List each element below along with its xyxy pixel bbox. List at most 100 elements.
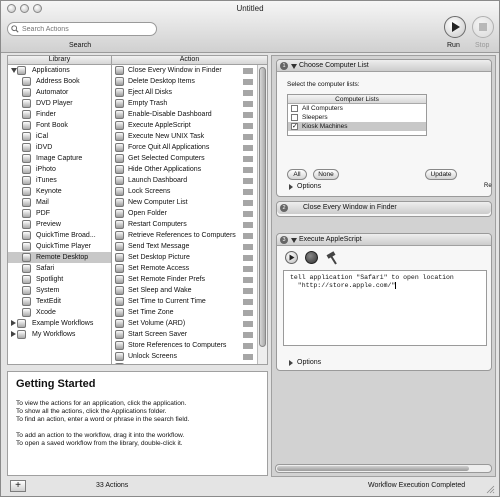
action-item[interactable]: Launch Dashboard: [112, 175, 267, 186]
library-item[interactable]: Spotlight: [8, 274, 111, 285]
scrollbar-thumb[interactable]: [277, 466, 469, 471]
run-script-button[interactable]: [285, 251, 298, 264]
action-item[interactable]: Execute AppleScript: [112, 120, 267, 131]
application-icon: [22, 275, 31, 284]
action-item[interactable]: Set Remote Access: [112, 263, 267, 274]
options-disclosure-icon[interactable]: [289, 184, 293, 190]
action-item[interactable]: Set Time to Current Time: [112, 296, 267, 307]
action-icon: [115, 253, 124, 262]
run-button[interactable]: [444, 16, 466, 38]
disclosure-triangle-icon[interactable]: [291, 238, 297, 243]
library-item[interactable]: PDF: [8, 208, 111, 219]
action-item[interactable]: Set Volume (ARD): [112, 318, 267, 329]
checkbox[interactable]: [291, 105, 298, 112]
workflow-step-choose-computer-list[interactable]: 1 Choose Computer List Select the comput…: [276, 59, 492, 197]
library-item[interactable]: iCal: [8, 131, 111, 142]
action-item[interactable]: Empty Trash: [112, 98, 267, 109]
search-input[interactable]: [7, 22, 157, 36]
checked-checkbox[interactable]: ✓: [291, 123, 298, 130]
computer-list-row[interactable]: All Computers: [288, 104, 426, 113]
action-item[interactable]: Delete Desktop Items: [112, 76, 267, 87]
library-item[interactable]: Applications: [8, 65, 111, 76]
library-item[interactable]: iPhoto: [8, 164, 111, 175]
library-item-label: Keynote: [36, 188, 62, 195]
library-item[interactable]: Example Workflows: [8, 318, 111, 329]
library-item[interactable]: My Workflows: [8, 329, 111, 340]
stop-button[interactable]: [472, 16, 494, 38]
workflow-step-execute-applescript[interactable]: 3 Execute AppleScript tell application "…: [276, 233, 492, 371]
stop-script-button[interactable]: [305, 251, 318, 264]
library-item[interactable]: Mail: [8, 197, 111, 208]
applescript-editor[interactable]: tell application "Safari" to open locati…: [283, 270, 487, 346]
options-label[interactable]: Options: [297, 359, 321, 366]
action-item[interactable]: Hide Other Applications: [112, 164, 267, 175]
library-item[interactable]: System: [8, 285, 111, 296]
library-item[interactable]: Xcode: [8, 307, 111, 318]
action-list-scrollbar[interactable]: [257, 65, 267, 364]
add-button[interactable]: +: [10, 480, 26, 492]
library-item[interactable]: Image Capture: [8, 153, 111, 164]
action-item[interactable]: Set Desktop Picture: [112, 252, 267, 263]
library-item[interactable]: Keynote: [8, 186, 111, 197]
library-item[interactable]: QuickTime Player: [8, 241, 111, 252]
action-item[interactable]: Restart Computers: [112, 219, 267, 230]
computer-list-row[interactable]: ✓ Kiosk Machines: [288, 122, 426, 131]
library-item-label: Font Book: [36, 122, 68, 129]
checkbox[interactable]: [291, 114, 298, 121]
workflow-horizontal-scrollbar[interactable]: [275, 464, 492, 473]
action-item[interactable]: Force Quit All Applications: [112, 142, 267, 153]
step-header[interactable]: 2 Close Every Window in Finder: [277, 202, 491, 214]
library-item[interactable]: Remote Desktop: [8, 252, 111, 263]
all-button[interactable]: All: [287, 169, 307, 180]
action-icon: [115, 319, 124, 328]
action-item[interactable]: Enable-Disable Dashboard: [112, 109, 267, 120]
action-item[interactable]: Store References to Computers: [112, 340, 267, 351]
library-item[interactable]: Font Book: [8, 120, 111, 131]
disclosure-closed-icon[interactable]: [11, 320, 16, 326]
application-icon: [22, 286, 31, 295]
action-icon: [115, 66, 124, 75]
library-item[interactable]: Finder: [8, 109, 111, 120]
update-button[interactable]: Update: [425, 169, 457, 180]
action-item[interactable]: New Computer List: [112, 197, 267, 208]
hammer-icon[interactable]: [325, 251, 339, 265]
computer-list-row[interactable]: Sleepers: [288, 113, 426, 122]
action-item[interactable]: Get Selected Computers: [112, 153, 267, 164]
action-item[interactable]: Set Time Zone: [112, 307, 267, 318]
action-item[interactable]: Start Screen Saver: [112, 329, 267, 340]
action-column-header[interactable]: Action: [112, 55, 268, 65]
resize-grip-icon[interactable]: [485, 484, 495, 494]
library-item[interactable]: Automator: [8, 87, 111, 98]
action-item[interactable]: Set Sleep and Wake: [112, 285, 267, 296]
library-item[interactable]: QuickTime Broad...: [8, 230, 111, 241]
options-label[interactable]: Options: [297, 183, 321, 190]
action-item[interactable]: Close Every Window in Finder: [112, 65, 267, 76]
step-header[interactable]: 3 Execute AppleScript: [277, 234, 491, 246]
workflow-step-close-every-window[interactable]: 2 Close Every Window in Finder: [276, 201, 492, 217]
none-button[interactable]: None: [313, 169, 339, 180]
step-header[interactable]: 1 Choose Computer List: [277, 60, 491, 72]
scrollbar-thumb[interactable]: [259, 67, 266, 347]
library-item[interactable]: Preview: [8, 219, 111, 230]
action-item[interactable]: Retrieve References to Computers: [112, 230, 267, 241]
action-item[interactable]: Choose Computer List: [112, 362, 267, 364]
library-item[interactable]: TextEdit: [8, 296, 111, 307]
disclosure-triangle-icon[interactable]: [291, 64, 297, 69]
library-column-header[interactable]: Library: [7, 55, 112, 65]
library-item[interactable]: iTunes: [8, 175, 111, 186]
action-icon: [115, 275, 124, 284]
options-disclosure-icon[interactable]: [289, 360, 293, 366]
library-item[interactable]: Safari: [8, 263, 111, 274]
action-item[interactable]: Lock Screens: [112, 186, 267, 197]
action-item[interactable]: Set Remote Finder Prefs: [112, 274, 267, 285]
workflow-area[interactable]: 1 Choose Computer List Select the comput…: [271, 55, 496, 477]
action-item[interactable]: Eject All Disks: [112, 87, 267, 98]
library-item[interactable]: DVD Player: [8, 98, 111, 109]
disclosure-closed-icon[interactable]: [11, 331, 16, 337]
library-item[interactable]: iDVD: [8, 142, 111, 153]
action-item[interactable]: Send Text Message: [112, 241, 267, 252]
action-item[interactable]: Execute New UNIX Task: [112, 131, 267, 142]
action-item[interactable]: Unlock Screens: [112, 351, 267, 362]
action-item[interactable]: Open Folder: [112, 208, 267, 219]
library-item[interactable]: Address Book: [8, 76, 111, 87]
